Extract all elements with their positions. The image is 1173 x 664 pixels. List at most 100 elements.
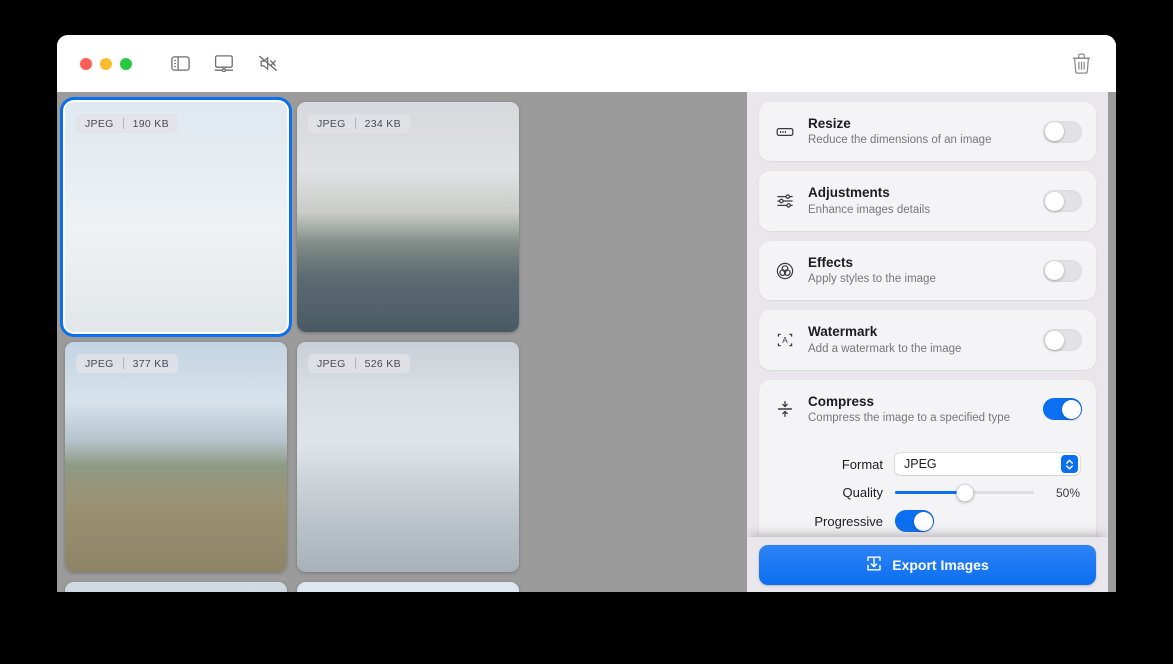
thumbnail-photo: [65, 102, 287, 332]
titlebar: [57, 35, 1116, 92]
toggle-knob: [914, 512, 933, 531]
option-card-subtitle: Compress the image to a specified type: [808, 411, 1030, 426]
badge-divider: [123, 358, 124, 369]
image-thumbnail[interactable]: JPEG422 KB: [297, 582, 519, 592]
toggle-knob: [1045, 261, 1064, 280]
thumbnail-photo: [297, 342, 519, 572]
slider-fill: [895, 491, 965, 495]
trash-icon[interactable]: [1068, 51, 1094, 77]
option-toggle-compress[interactable]: [1043, 398, 1082, 420]
quality-slider[interactable]: [895, 491, 1034, 495]
option-card-text: Watermark Add a watermark to the image: [808, 323, 1030, 356]
option-card-header: Adjustments Enhance images details: [759, 171, 1096, 230]
close-button[interactable]: [80, 58, 92, 70]
option-card-title: Effects: [808, 254, 1030, 271]
image-size-label: 234 KB: [365, 118, 401, 130]
compress-icon: [775, 399, 795, 419]
export-images-label: Export Images: [892, 557, 988, 573]
image-info-badge: JPEG 234 KB: [308, 114, 410, 133]
format-label: Format: [775, 457, 895, 472]
image-info-badge: JPEG 377 KB: [76, 354, 178, 373]
toggle-knob: [1045, 122, 1064, 141]
image-grid[interactable]: JPEG 190 KB JPEG 234 KB JPEG 377 KB JPEG 526 KB…: [57, 92, 747, 592]
image-thumbnail[interactable]: JPEG273 KB: [65, 582, 287, 592]
watermark-icon: A: [775, 330, 795, 350]
thumbnail-photo: [297, 102, 519, 332]
compress-options: FormatJPEGQuality50%Progressive: [759, 439, 1096, 550]
image-thumbnail[interactable]: JPEG 234 KB: [297, 102, 519, 332]
image-info-badge: JPEG 190 KB: [76, 114, 178, 133]
sidebar-toggle-icon[interactable]: [167, 52, 193, 76]
export-download-icon: [866, 555, 882, 575]
slider-track[interactable]: [895, 491, 1034, 495]
window-body: JPEG 190 KB JPEG 234 KB JPEG 377 KB JPEG 526 KB…: [57, 92, 1116, 592]
badge-divider: [355, 118, 356, 129]
effects-icon: [775, 261, 795, 281]
speaker-mute-icon[interactable]: [255, 52, 281, 76]
option-card-header: ResizeReduce the dimensions of an image: [759, 102, 1096, 161]
option-toggle-adjustments[interactable]: [1043, 190, 1082, 212]
thumbnail-photo: [297, 582, 519, 592]
option-toggle-resize[interactable]: [1043, 121, 1082, 143]
export-bar: Export Images: [747, 537, 1108, 592]
svg-text:A: A: [782, 336, 788, 345]
option-card-title: Resize: [808, 115, 1030, 132]
option-card-header: CompressCompress the image to a specifie…: [759, 380, 1096, 439]
minimize-button[interactable]: [100, 58, 112, 70]
export-images-button[interactable]: Export Images: [759, 545, 1096, 585]
image-size-label: 190 KB: [133, 118, 169, 130]
image-thumbnail[interactable]: JPEG 526 KB: [297, 342, 519, 572]
app-window: JPEG 190 KB JPEG 234 KB JPEG 377 KB JPEG 526 KB…: [57, 35, 1116, 592]
option-card-resize[interactable]: ResizeReduce the dimensions of an image: [759, 102, 1096, 161]
format-row: Format JPEG: [775, 453, 1080, 475]
option-card-text: ResizeReduce the dimensions of an image: [808, 115, 1030, 148]
traffic-light-group: [80, 58, 132, 70]
display-icon[interactable]: [211, 52, 237, 76]
badge-divider: [123, 118, 124, 129]
option-card-title: Compress: [808, 393, 1030, 410]
quality-value: 50%: [1034, 486, 1080, 500]
resize-icon: [775, 122, 795, 142]
zoom-button[interactable]: [120, 58, 132, 70]
toggle-knob: [1062, 400, 1081, 419]
thumbnail-photo: [65, 342, 287, 572]
option-card-watermark[interactable]: A Watermark Add a watermark to the image: [759, 310, 1096, 369]
image-thumbnail[interactable]: JPEG 190 KB: [65, 102, 287, 332]
option-card-header: EffectsApply styles to the image: [759, 241, 1096, 300]
option-card-text: Adjustments Enhance images details: [808, 184, 1030, 217]
image-format-label: JPEG: [85, 358, 114, 370]
image-format-label: JPEG: [317, 118, 346, 130]
progressive-toggle[interactable]: [895, 510, 934, 532]
progressive-label: Progressive: [775, 514, 895, 529]
image-format-label: JPEG: [85, 118, 114, 130]
badge-divider: [355, 358, 356, 369]
toggle-knob: [1045, 192, 1064, 211]
option-card-subtitle: Reduce the dimensions of an image: [808, 133, 1030, 148]
option-card-text: EffectsApply styles to the image: [808, 254, 1030, 287]
chevron-updown-icon[interactable]: [1061, 455, 1078, 473]
slider-knob[interactable]: [956, 484, 973, 501]
progressive-row: Progressive: [775, 510, 1080, 532]
option-card-compress[interactable]: CompressCompress the image to a specifie…: [759, 380, 1096, 550]
format-value: JPEG: [904, 457, 937, 471]
option-toggle-effects[interactable]: [1043, 260, 1082, 282]
thumbnail-photo: [65, 582, 287, 592]
option-card-title: Adjustments: [808, 184, 1030, 201]
image-format-label: JPEG: [317, 358, 346, 370]
option-card-text: CompressCompress the image to a specifie…: [808, 393, 1030, 426]
image-size-label: 526 KB: [365, 358, 401, 370]
image-info-badge: JPEG 526 KB: [308, 354, 410, 373]
image-thumbnail[interactable]: JPEG 377 KB: [65, 342, 287, 572]
option-card-effects[interactable]: EffectsApply styles to the image: [759, 241, 1096, 300]
option-card-subtitle: Enhance images details: [808, 203, 1030, 218]
option-card-title: Watermark: [808, 323, 1030, 340]
option-card-adjustments[interactable]: Adjustments Enhance images details: [759, 171, 1096, 230]
option-card-subtitle: Apply styles to the image: [808, 272, 1030, 287]
image-size-label: 377 KB: [133, 358, 169, 370]
options-sidebar[interactable]: ResizeReduce the dimensions of an image A…: [747, 92, 1108, 592]
toolbar-icon-group: [167, 52, 281, 76]
toggle-knob: [1045, 331, 1064, 350]
format-select[interactable]: JPEG: [895, 453, 1080, 475]
option-toggle-watermark[interactable]: [1043, 329, 1082, 351]
option-card-subtitle: Add a watermark to the image: [808, 342, 1030, 357]
